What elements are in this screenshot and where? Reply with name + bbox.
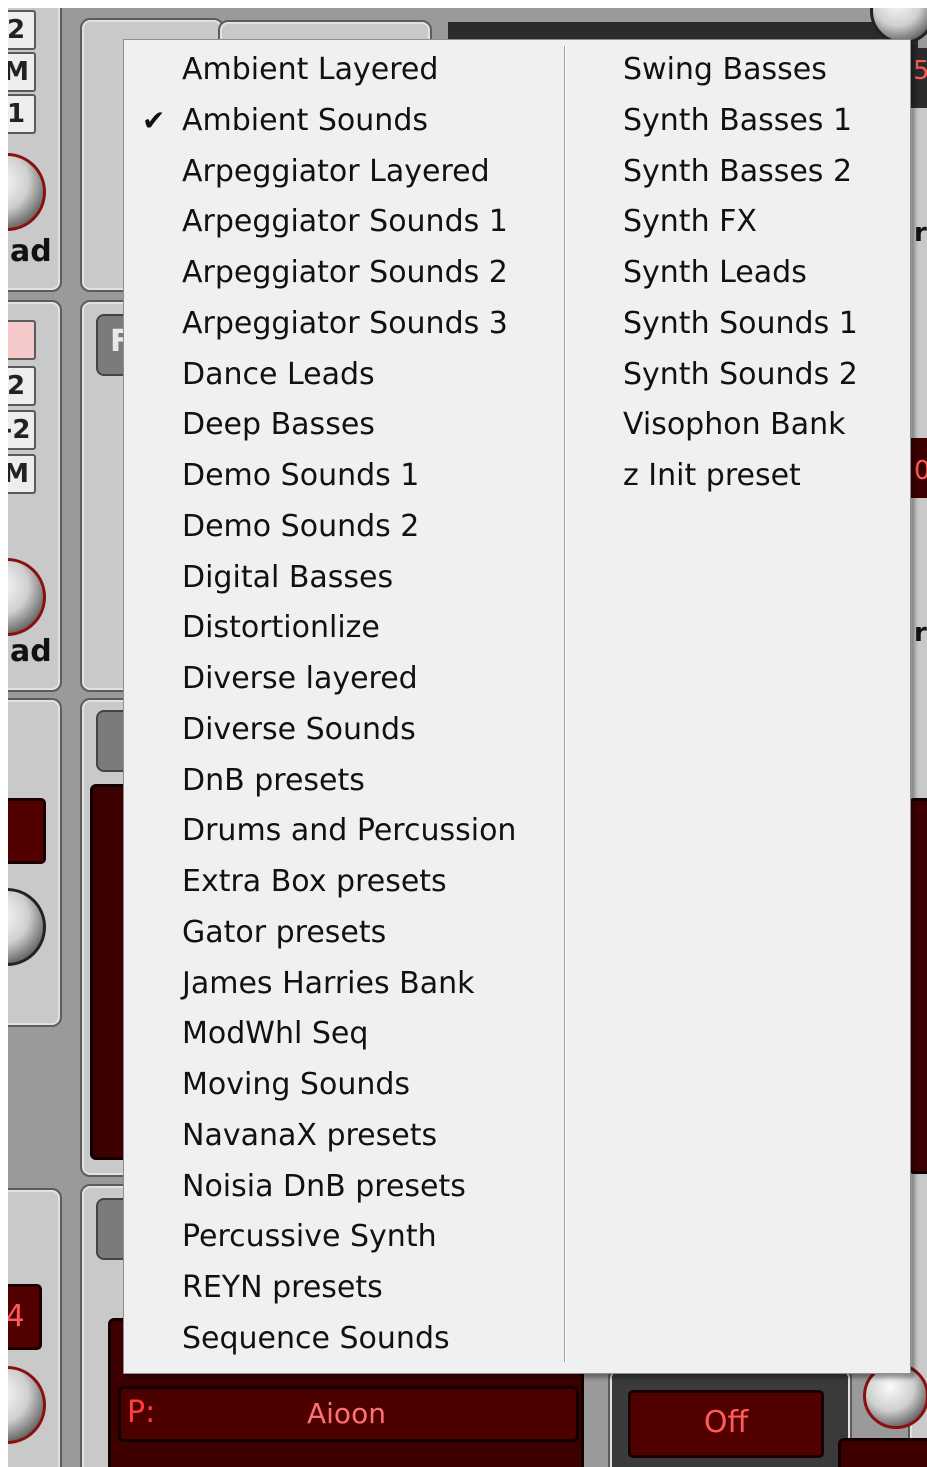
menu-column-divider — [564, 46, 566, 1362]
menu-item-label: Synth Sounds 1 — [623, 305, 858, 341]
menu-item-arpeggiator-layered[interactable]: Arpeggiator Layered — [124, 147, 564, 198]
menu-item-label: Visophon Bank — [623, 407, 846, 443]
menu-item-swing-basses[interactable]: Swing Basses — [569, 45, 909, 96]
menu-item-arpeggiator-sounds-3[interactable]: Arpeggiator Sounds 3 — [124, 299, 564, 350]
menu-item-label: Noisia DnB presets — [182, 1168, 466, 1204]
menu-item-label: Demo Sounds 2 — [182, 508, 420, 544]
bottom-right-screen — [838, 1438, 927, 1467]
menu-item-label: James Harries Bank — [182, 965, 475, 1001]
menu-item-synth-leads[interactable]: Synth Leads — [569, 248, 909, 299]
menu-item-label: z Init preset — [623, 458, 801, 493]
menu-item-digital-basses[interactable]: Digital Basses — [124, 553, 564, 604]
menu-item-navanax-presets[interactable]: NavanaX presets — [124, 1111, 564, 1162]
synth-background: 2 M 1 ad 2 -2 M ad 4 F 5 r r 0 P: Aioon … — [8, 8, 927, 1467]
menu-item-synth-sounds-1[interactable]: Synth Sounds 1 — [569, 299, 909, 350]
checkmark-icon: ✔ — [142, 103, 166, 137]
menu-item-label: Digital Basses — [182, 559, 394, 595]
menu-item-label: Diverse layered — [182, 661, 418, 696]
menu-item-extra-box-presets[interactable]: Extra Box presets — [124, 857, 564, 908]
menu-item-ambient-layered[interactable]: Ambient Layered — [124, 45, 564, 96]
menu-item-demo-sounds-2[interactable]: Demo Sounds 2 — [124, 502, 564, 553]
off-button-label: Off — [703, 1405, 749, 1440]
menu-item-label: REYN presets — [182, 1270, 383, 1305]
menu-column-right: Swing Basses Synth Basses 1 Synth Basses 2… — [569, 45, 909, 502]
menu-item-deep-basses[interactable]: Deep Basses — [124, 400, 564, 451]
menu-item-label: Ambient Sounds — [182, 102, 428, 138]
load-label-mid: ad — [10, 634, 52, 669]
menu-item-arpeggiator-sounds-2[interactable]: Arpeggiator Sounds 2 — [124, 248, 564, 299]
button-m-mid[interactable]: M — [8, 454, 36, 494]
menu-item-label: Synth Basses 2 — [623, 153, 853, 189]
menu-item-label: Ambient Layered — [182, 52, 439, 87]
menu-item-arpeggiator-sounds-1[interactable]: Arpeggiator Sounds 1 — [124, 197, 564, 248]
button-m-top[interactable]: M — [8, 52, 36, 92]
menu-item-label: Distortionlize — [182, 610, 380, 646]
right-edge-5: 5 — [913, 56, 927, 86]
menu-item-label: Sequence Sounds — [182, 1320, 450, 1356]
menu-item-demo-sounds-1[interactable]: Demo Sounds 1 — [124, 451, 564, 502]
button-1-top[interactable]: 1 — [8, 94, 36, 134]
button-2-mid[interactable]: 2 — [8, 366, 36, 406]
menu-item-label: Arpeggiator Sounds 1 — [182, 204, 508, 240]
menu-item-visophon-bank[interactable]: Visophon Bank — [569, 400, 909, 451]
menu-item-sequence-sounds[interactable]: Sequence Sounds — [124, 1314, 564, 1365]
right-edge-r2: r — [914, 618, 927, 648]
patch-name: Aioon — [307, 1397, 386, 1430]
menu-item-distortionlize[interactable]: Distortionlize — [124, 603, 564, 654]
menu-item-label: Drums and Percussion — [182, 813, 517, 849]
menu-item-label: NavanaX presets — [182, 1117, 438, 1153]
menu-item-label: Percussive Synth — [182, 1219, 437, 1255]
left-red-button-4[interactable]: 4 — [8, 1284, 42, 1350]
button-pink[interactable] — [8, 320, 36, 360]
menu-item-label: Arpeggiator Sounds 3 — [182, 305, 508, 341]
menu-item-gator-presets[interactable]: Gator presets — [124, 908, 564, 959]
menu-item-synth-basses-1[interactable]: Synth Basses 1 — [569, 96, 909, 147]
button-minus2-mid[interactable]: -2 — [8, 410, 36, 450]
menu-item-dance-leads[interactable]: Dance Leads — [124, 350, 564, 401]
menu-item-noisia-dnb-presets[interactable]: Noisia DnB presets — [124, 1162, 564, 1213]
menu-item-label: Synth Basses 1 — [623, 102, 853, 138]
menu-item-label: Synth FX — [623, 204, 757, 240]
menu-item-ambient-sounds[interactable]: ✔ Ambient Sounds — [124, 96, 564, 147]
menu-item-label: ModWhl Seq — [182, 1016, 369, 1052]
menu-item-z-init-preset[interactable]: z Init preset — [569, 451, 909, 502]
menu-item-synth-basses-2[interactable]: Synth Basses 2 — [569, 147, 909, 198]
patch-prefix: P: — [127, 1395, 156, 1430]
menu-item-drums-and-percussion[interactable]: Drums and Percussion — [124, 806, 564, 857]
menu-item-label: Swing Basses — [623, 52, 827, 87]
menu-item-synth-sounds-2[interactable]: Synth Sounds 2 — [569, 350, 909, 401]
menu-item-label: Demo Sounds 1 — [182, 458, 420, 493]
menu-item-label: DnB presets — [182, 762, 365, 798]
left-red-button[interactable] — [8, 798, 46, 864]
menu-item-moving-sounds[interactable]: Moving Sounds — [124, 1060, 564, 1111]
right-edge-0: 0 — [914, 456, 927, 486]
menu-item-diverse-layered[interactable]: Diverse layered — [124, 654, 564, 705]
button-2-top[interactable]: 2 — [8, 10, 36, 50]
menu-item-label: Gator presets — [182, 914, 387, 950]
menu-item-dnb-presets[interactable]: DnB presets — [124, 756, 564, 807]
menu-item-label: Extra Box presets — [182, 864, 447, 899]
menu-item-label: Dance Leads — [182, 356, 375, 392]
menu-item-synth-fx[interactable]: Synth FX — [569, 197, 909, 248]
right-edge-r1: r — [914, 218, 927, 248]
preset-bank-menu: Ambient Layered ✔ Ambient Sounds Arpeggiato… — [123, 39, 911, 1374]
menu-item-label: Moving Sounds — [182, 1067, 411, 1102]
menu-item-reyn-presets[interactable]: REYN presets — [124, 1263, 564, 1314]
menu-item-diverse-sounds[interactable]: Diverse Sounds — [124, 705, 564, 756]
patch-name-bar[interactable]: P: Aioon — [118, 1386, 579, 1442]
off-button[interactable]: Off — [628, 1390, 824, 1458]
menu-item-label: Deep Basses — [182, 407, 375, 443]
menu-item-percussive-synth[interactable]: Percussive Synth — [124, 1212, 564, 1263]
menu-item-label: Synth Sounds 2 — [623, 356, 858, 392]
load-label-top: ad — [10, 234, 52, 269]
menu-item-james-harries-bank[interactable]: James Harries Bank — [124, 959, 564, 1010]
menu-column-left: Ambient Layered ✔ Ambient Sounds Arpeggiato… — [124, 45, 564, 1365]
menu-item-label: Synth Leads — [623, 255, 807, 290]
menu-item-label: Diverse Sounds — [182, 711, 416, 747]
menu-item-label: Arpeggiator Layered — [182, 153, 490, 189]
menu-item-label: Arpeggiator Sounds 2 — [182, 255, 508, 290]
menu-item-modwhl-seq[interactable]: ModWhl Seq — [124, 1009, 564, 1060]
